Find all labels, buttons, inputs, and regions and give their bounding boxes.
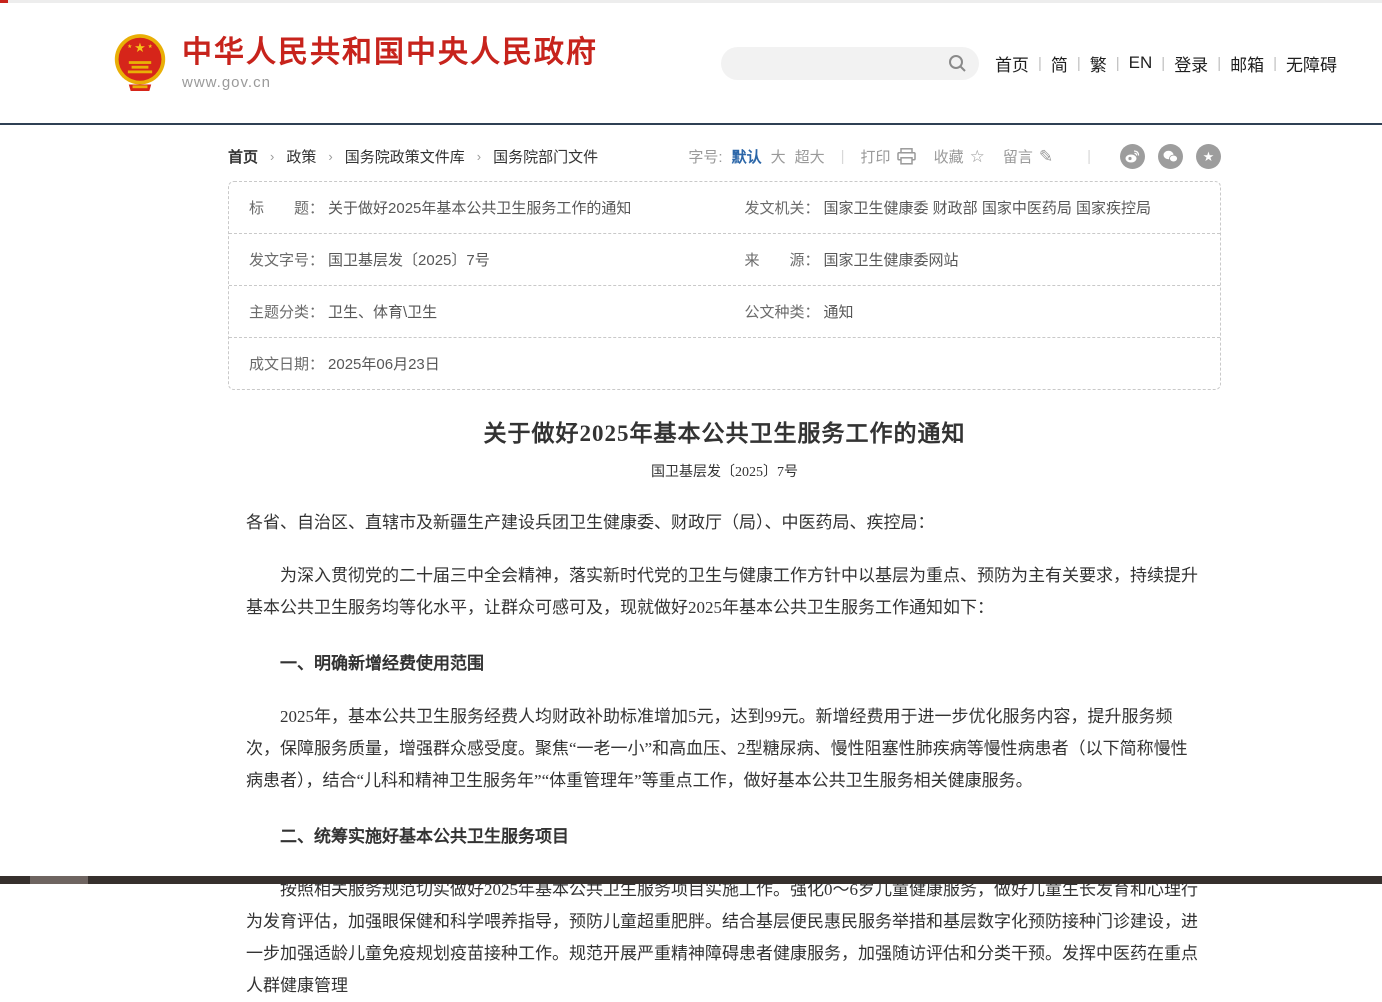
nav-mail[interactable]: 邮箱 — [1230, 51, 1264, 76]
meta-title: 标 题：关于做好2025年基本公共卫生服务工作的通知 — [229, 182, 725, 233]
document-body: 各省、自治区、直辖市及新疆生产建设兵团卫生健康委、财政厅（局）、中医药局、疾控局… — [228, 507, 1221, 1002]
site-title: 中华人民共和国中央人民政府 — [182, 36, 598, 69]
national-emblem-icon: ★ ★ ★ — [112, 33, 168, 93]
breadcrumb-home[interactable]: 首页 — [228, 146, 258, 167]
chevron-right-icon: › — [316, 149, 344, 164]
document-salutation: 各省、自治区、直辖市及新疆生产建设兵团卫生健康委、财政厅（局）、中医药局、疾控局… — [246, 507, 1203, 539]
document-heading-1: 一、明确新增经费使用范围 — [246, 648, 1203, 680]
comment-label: 留言 — [1003, 146, 1033, 167]
meta-row: 发文字号：国卫基层发〔2025〕7号 来 源：国家卫生健康委网站 — [229, 234, 1220, 286]
favorite-label: 收藏 — [934, 146, 964, 167]
meta-doc-number: 发文字号：国卫基层发〔2025〕7号 — [229, 234, 725, 285]
top-hairline — [0, 0, 1382, 3]
comment-button[interactable]: 留言 ✎ — [1003, 146, 1053, 167]
breadcrumb: 首页 › 政策 › 国务院政策文件库 › 国务院部门文件 — [228, 146, 598, 167]
font-size-default[interactable]: 默认 — [732, 146, 762, 167]
nav-separator: | — [1029, 55, 1051, 72]
document-article: 关于做好2025年基本公共卫生服务工作的通知 国卫基层发〔2025〕7号 各省、… — [228, 414, 1221, 1002]
print-button[interactable]: 打印 — [861, 146, 916, 167]
document-number: 国卫基层发〔2025〕7号 — [228, 461, 1221, 481]
chevron-right-icon: › — [465, 149, 493, 164]
nav-login[interactable]: 登录 — [1174, 51, 1208, 76]
svg-text:★: ★ — [127, 43, 132, 50]
nav-separator: | — [1152, 55, 1174, 72]
chevron-right-icon: › — [258, 149, 286, 164]
toolbar-divider: | — [841, 148, 845, 165]
meta-doc-type: 公文种类：通知 — [725, 286, 1221, 337]
pencil-icon: ✎ — [1039, 148, 1053, 165]
nav-simplified[interactable]: 简 — [1051, 51, 1068, 76]
meta-topic-category: 主题分类：卫生、体育\卫生 — [229, 286, 725, 337]
meta-row: 标 题：关于做好2025年基本公共卫生服务工作的通知 发文机关：国家卫生健康委 … — [229, 182, 1220, 234]
toolbar-divider: | — [1087, 148, 1091, 165]
breadcrumb-toolbar-row: 首页 › 政策 › 国务院政策文件库 › 国务院部门文件 字号: 默认 大 超大… — [228, 144, 1221, 169]
share-group: ★ — [1107, 144, 1221, 169]
document-title: 关于做好2025年基本公共卫生服务工作的通知 — [228, 414, 1221, 448]
site-url: www.gov.cn — [182, 74, 598, 91]
site-header: ★ ★ ★ 中华人民共和国中央人民政府 www.gov.cn 首页| 简| 繁|… — [0, 0, 1382, 125]
top-nav: 首页| 简| 繁| EN| 登录| 邮箱| 无障碍 — [995, 51, 1337, 76]
top-hairline-red-accent — [0, 0, 8, 3]
search-box[interactable] — [721, 47, 979, 80]
svg-text:★: ★ — [148, 43, 153, 50]
favorite-button[interactable]: 收藏 ☆ — [934, 146, 985, 167]
print-label: 打印 — [861, 146, 891, 167]
document-heading-2: 二、统筹实施好基本公共卫生服务项目 — [246, 821, 1203, 853]
star-icon: ☆ — [970, 148, 985, 165]
page-toolbar: 字号: 默认 大 超大 | 打印 收藏 ☆ 留言 ✎ | — [688, 144, 1221, 169]
site-titles: 中华人民共和国中央人民政府 www.gov.cn — [182, 36, 598, 91]
meta-source: 来 源：国家卫生健康委网站 — [725, 234, 1221, 285]
nav-separator: | — [1068, 55, 1090, 72]
search-icon[interactable] — [948, 54, 967, 73]
font-size-large[interactable]: 大 — [771, 146, 786, 167]
nav-home[interactable]: 首页 — [995, 51, 1029, 76]
document-paragraph-intro: 为深入贯彻党的二十届三中全会精神，落实新时代党的卫生与健康工作方针中以基层为重点… — [246, 560, 1203, 624]
wechat-share-icon[interactable] — [1158, 144, 1183, 169]
breadcrumb-department-documents[interactable]: 国务院部门文件 — [493, 146, 598, 167]
svg-text:★: ★ — [134, 40, 146, 55]
weibo-share-icon[interactable] — [1120, 144, 1145, 169]
meta-row: 主题分类：卫生、体育\卫生 公文种类：通知 — [229, 286, 1220, 338]
site-logo[interactable]: ★ ★ ★ 中华人民共和国中央人民政府 www.gov.cn — [112, 33, 598, 93]
printer-icon — [897, 148, 916, 165]
font-size-label: 字号: — [688, 146, 722, 167]
document-paragraph-2: 按照相关服务规范切实做好2025年基本公共卫生服务项目实施工作。强化0～6岁儿童… — [246, 874, 1203, 1002]
font-size-xlarge[interactable]: 超大 — [795, 146, 825, 167]
footer-edge-accent — [30, 876, 88, 884]
meta-row: 成文日期：2025年06月23日 — [229, 338, 1220, 389]
nav-separator: | — [1264, 55, 1286, 72]
nav-traditional[interactable]: 繁 — [1090, 51, 1107, 76]
footer-top-edge — [0, 876, 1382, 884]
meta-issuing-agency: 发文机关：国家卫生健康委 财政部 国家中医药局 国家疾控局 — [725, 182, 1221, 233]
breadcrumb-policy[interactable]: 政策 — [286, 146, 316, 167]
nav-separator: | — [1208, 55, 1230, 72]
nav-separator: | — [1107, 55, 1129, 72]
document-paragraph-1: 2025年，基本公共卫生服务经费人均财政补助标准增加5元，达到99元。新增经费用… — [246, 701, 1203, 797]
document-meta-table: 标 题：关于做好2025年基本公共卫生服务工作的通知 发文机关：国家卫生健康委 … — [228, 181, 1221, 390]
nav-accessibility[interactable]: 无障碍 — [1286, 51, 1337, 76]
search-input[interactable] — [721, 47, 979, 80]
meta-date: 成文日期：2025年06月23日 — [229, 338, 725, 389]
qzone-share-icon[interactable]: ★ — [1196, 144, 1221, 169]
breadcrumb-policy-library[interactable]: 国务院政策文件库 — [345, 146, 465, 167]
nav-english[interactable]: EN — [1129, 53, 1153, 73]
main-content: 首页 › 政策 › 国务院政策文件库 › 国务院部门文件 字号: 默认 大 超大… — [228, 144, 1221, 1002]
meta-empty-cell — [725, 338, 1221, 389]
